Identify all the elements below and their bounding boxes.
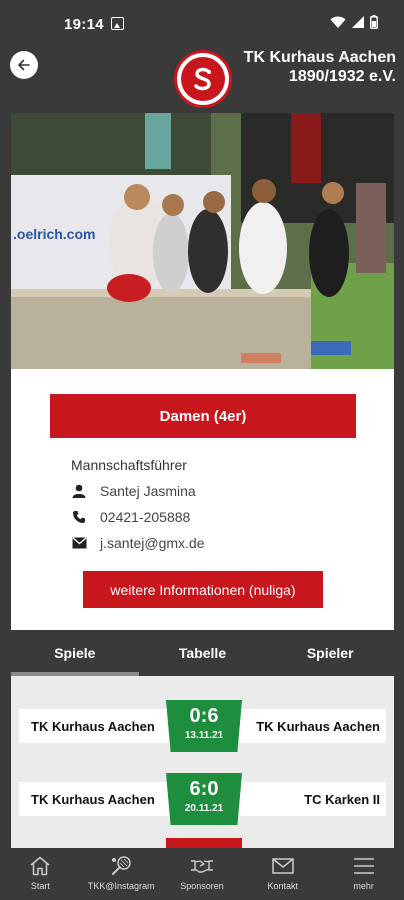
tab-spieler[interactable]: Spieler xyxy=(266,630,394,676)
envelope-icon xyxy=(71,535,87,551)
tab-tabelle[interactable]: Tabelle xyxy=(139,630,267,676)
phone-number[interactable]: 02421-205888 xyxy=(100,509,190,525)
club-title: TK Kurhaus Aachen 1890/1932 e.V. xyxy=(244,48,396,86)
home-team: TK Kurhaus Aachen xyxy=(31,791,155,807)
status-icons xyxy=(330,15,378,29)
home-team: TK Kurhaus Aachen xyxy=(31,718,155,734)
nav-start[interactable]: Start xyxy=(0,848,81,900)
tab-spiele[interactable]: Spiele xyxy=(11,630,139,676)
score-badge: 6:0 20.11.21 xyxy=(166,773,242,825)
more-info-button[interactable]: weitere Informationen (nuliga) xyxy=(83,571,323,608)
away-team: TC Karken II xyxy=(304,791,380,807)
match-score: 0:6 xyxy=(189,705,219,727)
nav-instagram-label: TKK@Instagram xyxy=(87,881,155,891)
away-team: TK Kurhaus Aachen xyxy=(256,718,380,734)
status-bar: 19:14 xyxy=(0,0,404,48)
tab-bar: Spiele Tabelle Spieler xyxy=(11,630,394,676)
wifi-icon xyxy=(330,16,346,28)
team-detail-card: .oelrich.com Damen (4er) Mannschaftsführ… xyxy=(11,113,394,848)
nav-start-label: Start xyxy=(30,881,50,891)
nav-sponsoren[interactable]: Sponsoren xyxy=(162,848,243,900)
email-address[interactable]: j.santej@gmx.de xyxy=(100,535,204,551)
signal-icon xyxy=(352,16,364,28)
nav-mehr[interactable]: mehr xyxy=(323,848,404,900)
status-time: 19:14 xyxy=(64,16,104,33)
team-photo: .oelrich.com xyxy=(11,113,394,369)
tennis-racket-icon xyxy=(110,855,132,877)
nav-kontakt[interactable]: Kontakt xyxy=(242,848,323,900)
back-button[interactable] xyxy=(10,51,38,79)
match-row[interactable]: TK Kurhaus Aachen TC Karken II 6:0 20.11… xyxy=(19,773,386,825)
mail-icon xyxy=(272,855,294,877)
arrow-left-icon xyxy=(18,59,30,71)
phone-row[interactable]: 02421-205888 xyxy=(71,507,190,527)
battery-icon xyxy=(370,15,378,29)
captain-label: Mannschaftsführer xyxy=(71,457,187,473)
match-date: 20.11.21 xyxy=(184,803,224,814)
bottom-nav: Start TKK@Instagram Sponsoren Kontakt me… xyxy=(0,848,404,900)
phone-icon xyxy=(71,509,87,525)
nav-instagram[interactable]: TKK@Instagram xyxy=(81,848,162,900)
match-date: 13.11.21 xyxy=(184,730,224,741)
menu-icon xyxy=(353,855,375,877)
match-row[interactable]: TK Kurhaus Aachen TK Kurhaus Aachen 0:6 … xyxy=(19,700,386,752)
nav-sponsoren-label: Sponsoren xyxy=(180,881,224,891)
handshake-icon xyxy=(190,855,214,877)
next-match-score-badge xyxy=(166,838,242,848)
person-icon xyxy=(71,483,87,499)
app-header: TK Kurhaus Aachen 1890/1932 e.V. xyxy=(0,48,404,108)
club-name-line1: TK Kurhaus Aachen xyxy=(243,49,396,66)
nav-kontakt-label: Kontakt xyxy=(267,881,299,891)
captain-name: Santej Jasmina xyxy=(100,483,196,499)
home-icon xyxy=(29,855,51,877)
email-row[interactable]: j.santej@gmx.de xyxy=(71,533,204,553)
captain-name-row: Santej Jasmina xyxy=(71,481,196,501)
club-name-line2: 1890/1932 e.V. xyxy=(288,68,396,85)
score-badge: 0:6 13.11.21 xyxy=(166,700,242,752)
team-name-button[interactable]: Damen (4er) xyxy=(50,394,356,438)
svg-text:.oelrich.com: .oelrich.com xyxy=(13,226,95,242)
match-score: 6:0 xyxy=(189,778,219,800)
image-notification-icon xyxy=(111,17,124,30)
club-logo xyxy=(174,50,232,108)
matches-list: TK Kurhaus Aachen TK Kurhaus Aachen 0:6 … xyxy=(11,676,394,848)
nav-mehr-label: mehr xyxy=(353,881,374,891)
